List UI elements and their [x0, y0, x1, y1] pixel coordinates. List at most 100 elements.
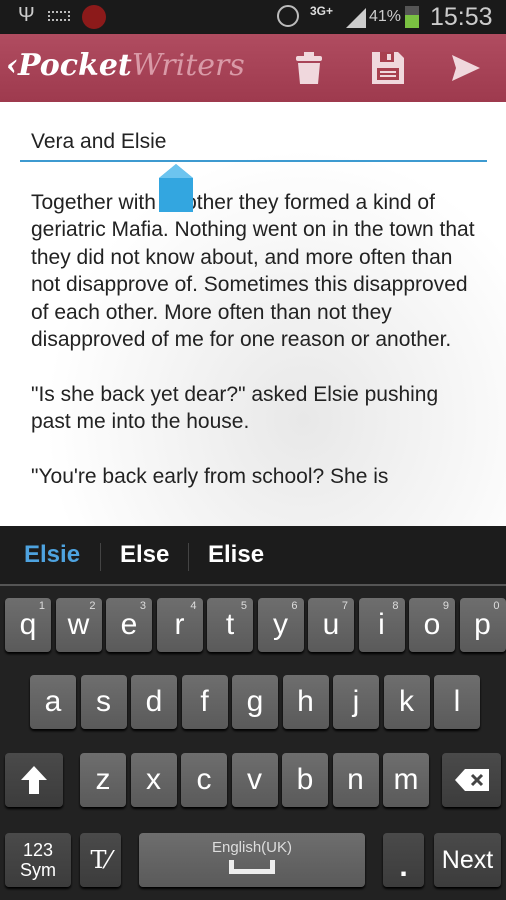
key-r[interactable]: r4 — [156, 598, 203, 652]
key-v[interactable]: v — [231, 753, 278, 807]
space-key[interactable]: English(UK) — [139, 833, 365, 887]
logo-part1: Pocket — [18, 48, 132, 83]
shift-icon — [21, 766, 47, 794]
key-number-hint: 9 — [442, 600, 449, 612]
key-q[interactable]: q1 — [5, 598, 51, 652]
key-h[interactable]: h — [282, 675, 329, 729]
delete-button[interactable] — [289, 50, 329, 86]
key-c[interactable]: c — [181, 753, 227, 807]
divider — [100, 543, 101, 571]
key-y[interactable]: y6 — [257, 598, 304, 652]
key-label: v — [247, 763, 262, 796]
key-label: n — [347, 763, 364, 796]
body-textarea[interactable]: Together with another they formed a kind… — [31, 189, 481, 490]
key-label: l — [453, 685, 461, 718]
key-label: h — [297, 685, 314, 718]
shift-key[interactable] — [5, 753, 63, 807]
text-input-mode-key[interactable]: T⁄ — [80, 833, 121, 887]
key-a[interactable]: a — [30, 675, 76, 729]
period-key[interactable]: . — [383, 833, 424, 887]
keyboard: Elsie Else Elise q1w2e3r4t5y6u7i8o9p0asd… — [0, 526, 506, 900]
next-key[interactable]: Next — [434, 833, 501, 887]
key-label: r — [174, 608, 185, 641]
key-p[interactable]: p0 — [459, 598, 506, 652]
key-number-hint: 7 — [341, 600, 348, 612]
backspace-icon — [454, 769, 489, 791]
key-g[interactable]: g — [232, 675, 278, 729]
key-number-hint: 6 — [291, 600, 298, 612]
key-o[interactable]: o9 — [409, 598, 455, 652]
suggestion-3[interactable]: Elise — [208, 541, 264, 569]
key-label: y — [273, 608, 288, 641]
key-label: g — [246, 685, 264, 718]
key-z[interactable]: z — [80, 753, 126, 807]
key-label: u — [322, 608, 340, 641]
key-label: b — [296, 763, 314, 796]
key-number-hint: 5 — [240, 600, 247, 612]
key-u[interactable]: u7 — [308, 598, 354, 652]
backspace-key[interactable] — [442, 753, 501, 807]
send-icon — [452, 55, 480, 81]
app-bar: ‹PocketWriters — [0, 34, 506, 102]
key-d[interactable]: d — [131, 675, 177, 729]
key-label: s — [96, 685, 111, 718]
key-number-hint: 3 — [139, 600, 146, 612]
trash-icon — [296, 52, 322, 84]
text-pen-icon: T⁄ — [90, 846, 111, 874]
key-t[interactable]: t5 — [207, 598, 253, 652]
key-label: z — [95, 763, 111, 796]
key-label: k — [399, 685, 414, 718]
divider — [188, 543, 189, 571]
keyboard-icon — [48, 11, 70, 21]
key-w[interactable]: w2 — [55, 598, 102, 652]
key-f[interactable]: f — [181, 675, 228, 729]
key-n[interactable]: n — [332, 753, 379, 807]
key-k[interactable]: k — [383, 675, 430, 729]
key-label: c — [196, 763, 212, 796]
signal-icon — [346, 8, 366, 28]
network-type: 3G+ — [310, 4, 334, 18]
key-number-hint: 1 — [38, 600, 45, 612]
alarm-icon — [277, 5, 299, 27]
title-input[interactable]: Vera and Elsie — [20, 130, 487, 162]
editor: Vera and Elsie Together with another the… — [0, 102, 506, 526]
key-number-hint: 8 — [392, 600, 399, 612]
period-label: . — [399, 850, 408, 883]
symbols-key[interactable]: 123 Sym — [5, 833, 71, 887]
key-number-hint: 2 — [89, 600, 96, 612]
key-label: q — [19, 608, 37, 641]
suggestion-bar: Elsie Else Elise — [0, 526, 506, 586]
logo-part2: Writers — [131, 48, 245, 83]
key-number-hint: 4 — [190, 600, 197, 612]
key-label: e — [120, 608, 138, 641]
clock: 15:53 — [430, 3, 493, 31]
sym-label-top: 123 — [22, 840, 54, 860]
send-button[interactable] — [446, 50, 486, 86]
key-i[interactable]: i8 — [358, 598, 405, 652]
space-icon — [229, 860, 275, 874]
key-m[interactable]: m — [383, 753, 429, 807]
key-s[interactable]: s — [80, 675, 127, 729]
key-label: x — [146, 763, 161, 796]
key-label: d — [145, 685, 163, 718]
suggestion-1[interactable]: Elsie — [24, 541, 80, 569]
key-b[interactable]: b — [282, 753, 328, 807]
lock-icon — [82, 5, 106, 29]
key-label: t — [225, 608, 235, 641]
save-button[interactable] — [368, 50, 408, 86]
text-cursor-handle[interactable] — [159, 164, 193, 214]
key-e[interactable]: e3 — [106, 598, 152, 652]
language-label: English(UK) — [211, 839, 293, 856]
app-logo-back[interactable]: ‹PocketWriters — [6, 48, 245, 83]
key-j[interactable]: j — [333, 675, 379, 729]
usb-icon: Ψ — [18, 4, 35, 26]
key-l[interactable]: l — [434, 675, 480, 729]
battery-charging-icon — [405, 6, 419, 28]
key-x[interactable]: x — [130, 753, 177, 807]
sym-label-bottom: Sym — [20, 860, 56, 880]
key-label: i — [378, 608, 385, 641]
battery-percent: 41% — [369, 8, 402, 25]
key-label: a — [44, 685, 62, 718]
suggestion-2[interactable]: Else — [120, 541, 169, 569]
status-bar: Ψ 3G+ 41% 15:53 — [0, 0, 506, 34]
